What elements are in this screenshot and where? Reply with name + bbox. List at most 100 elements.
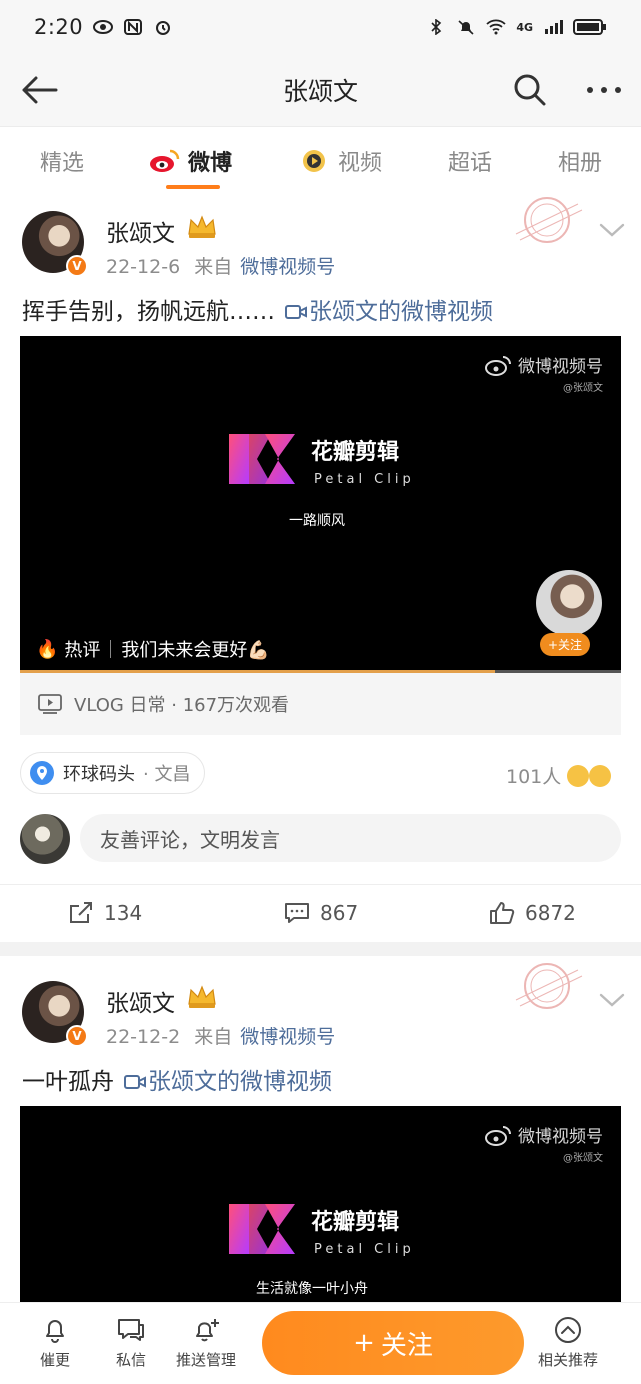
post-separator: [0, 942, 641, 956]
tab-label: 精选: [40, 151, 85, 176]
headline-stamp-icon: [515, 197, 583, 243]
post-card: V 张颂文 22-12-2 来自 微博视频号 一叶孤舟 张颂文的微博视频 微博视频号…: [0, 956, 641, 1302]
verified-badge-icon: V: [66, 255, 88, 277]
likers-count: 101人: [506, 766, 562, 788]
post-actions: 134 867 6872: [0, 884, 641, 942]
tab-video[interactable]: 视频: [298, 145, 382, 177]
post-source-link[interactable]: 微博视频号: [240, 256, 335, 278]
video-camera-icon: [285, 305, 307, 319]
tab-supertopic[interactable]: 超话: [448, 145, 492, 177]
post-from-label: 来自: [194, 1026, 233, 1048]
video-watermark: 微博视频号 @张颂文: [484, 352, 603, 394]
tab-label: 视频: [338, 151, 383, 176]
crown-badge-icon: [188, 985, 216, 1008]
repost-button[interactable]: 134: [68, 901, 142, 925]
search-icon[interactable]: [512, 72, 548, 108]
video-player[interactable]: 微博视频号 @张颂文 花瓣剪辑 Petal Clip 生活就像一叶小舟: [20, 1106, 621, 1302]
bb-label: 私信: [116, 1351, 147, 1369]
page-title: 张颂文: [282, 77, 358, 106]
video-link-text: 张颂文的微博视频: [148, 1069, 332, 1095]
alarm-icon: [156, 21, 171, 35]
post-source-link[interactable]: 微博视频号: [240, 1026, 335, 1048]
back-arrow-icon[interactable]: [20, 72, 60, 108]
more-options-icon[interactable]: [584, 72, 624, 108]
post-body: 一叶孤舟: [22, 1069, 114, 1095]
status-bar: 2:20 4G: [0, 0, 641, 54]
petal-clip-logo-icon: [229, 1204, 295, 1254]
hot-comment-label: 热评: [64, 640, 101, 661]
tab-featured[interactable]: 精选: [40, 145, 84, 177]
share-icon: [70, 902, 92, 923]
clip-brand-name: 花瓣剪辑: [311, 440, 400, 465]
post-avatar[interactable]: V: [22, 981, 88, 1047]
post-body: 挥手告别，扬帆远航……: [22, 299, 275, 325]
follow-button[interactable]: + 关注: [262, 1311, 524, 1375]
urge-update-button[interactable]: 催更: [40, 1315, 70, 1370]
verified-badge-icon: V: [66, 1025, 88, 1047]
tab-album[interactable]: 相册: [558, 145, 602, 177]
profile-tabs: 精选 微博 视频 超话 相册: [0, 126, 641, 200]
wifi-icon: [486, 19, 506, 35]
location-chip[interactable]: 环球码头 · 文昌: [20, 752, 206, 794]
bb-label: 相关推荐: [538, 1351, 599, 1369]
crown-badge-icon: [188, 215, 216, 238]
post-username[interactable]: 张颂文: [106, 214, 175, 248]
bell-icon: [46, 1320, 64, 1343]
comment-input[interactable]: 友善评论，文明发言: [80, 814, 621, 862]
watermark-text: 微博视频号: [518, 357, 603, 377]
bb-label: 催更: [40, 1351, 71, 1369]
clip-brand-sub: Petal Clip: [314, 1242, 415, 1257]
post-username[interactable]: 张颂文: [106, 984, 175, 1018]
nfc-icon: [124, 19, 143, 35]
clip-brand-name: 花瓣剪辑: [311, 1210, 400, 1235]
headline-stamp-icon: [515, 963, 583, 1009]
like-button[interactable]: 6872: [489, 901, 576, 925]
vlog-info-bar[interactable]: VLOG 日常 · 167万次观看: [20, 673, 621, 735]
related-recommend-button[interactable]: 相关推荐: [538, 1315, 598, 1370]
repost-count: 134: [104, 901, 143, 925]
video-list-icon: [38, 694, 62, 714]
likers-summary[interactable]: 101人: [506, 762, 612, 789]
location-pin-icon: [30, 761, 54, 785]
watermark-handle: @张颂文: [563, 1153, 603, 1164]
eye-icon: [93, 20, 114, 34]
tab-label: 相册: [558, 151, 603, 176]
chevron-down-icon[interactable]: [598, 990, 626, 1010]
thumbs-up-icon: [490, 902, 515, 924]
bb-label: 推送管理: [176, 1351, 237, 1369]
comment-count: 867: [320, 901, 359, 925]
video-link-text: 张颂文的微博视频: [309, 299, 493, 325]
like-count: 6872: [525, 901, 576, 925]
location-city: · 文昌: [143, 764, 191, 785]
watermark-text: 微博视频号: [518, 1127, 603, 1147]
video-player[interactable]: 微博视频号 @张颂文 花瓣剪辑 Petal Clip 一路顺风 🔥 热评 我们未…: [20, 336, 621, 673]
video-link[interactable]: 张颂文的微博视频: [124, 1069, 332, 1095]
post-card: V 张颂文 22-12-6 来自 微博视频号 挥手告别，扬帆远航…… 张颂文的微博视…: [0, 197, 641, 942]
follow-label: 关注: [380, 1330, 433, 1361]
fire-icon: 🔥: [36, 638, 59, 660]
tab-label: 超话: [448, 151, 493, 176]
profile-header: 张颂文: [0, 54, 641, 126]
video-follow-button[interactable]: +关注: [540, 633, 591, 656]
clip-brand-sub: Petal Clip: [314, 472, 415, 487]
chevron-down-icon[interactable]: [598, 220, 626, 240]
post-text: 挥手告别，扬帆远航…… 张颂文的微博视频: [22, 292, 493, 326]
post-avatar[interactable]: V: [22, 211, 88, 277]
message-button[interactable]: 私信: [116, 1315, 146, 1370]
laughing-emoji-icon: [567, 764, 590, 787]
tab-weibo[interactable]: 微博: [148, 145, 232, 177]
video-link[interactable]: 张颂文的微博视频: [285, 299, 493, 325]
bell-settings-icon: [196, 1319, 219, 1342]
video-watermark: 微博视频号 @张颂文: [484, 1122, 603, 1164]
petal-clip-logo-icon: [229, 434, 295, 484]
plus-icon: +: [353, 1328, 375, 1358]
post-date: 22-12-6: [106, 256, 181, 278]
active-tab-indicator: [166, 185, 220, 189]
push-settings-button[interactable]: 推送管理: [176, 1315, 236, 1370]
chat-icon: [118, 1319, 144, 1341]
comment-button[interactable]: 867: [284, 901, 358, 925]
post-from-label: 来自: [194, 256, 233, 278]
video-author-avatar[interactable]: [536, 570, 602, 636]
weibo-logo-icon: [150, 149, 180, 172]
post-date: 22-12-2: [106, 1026, 181, 1048]
